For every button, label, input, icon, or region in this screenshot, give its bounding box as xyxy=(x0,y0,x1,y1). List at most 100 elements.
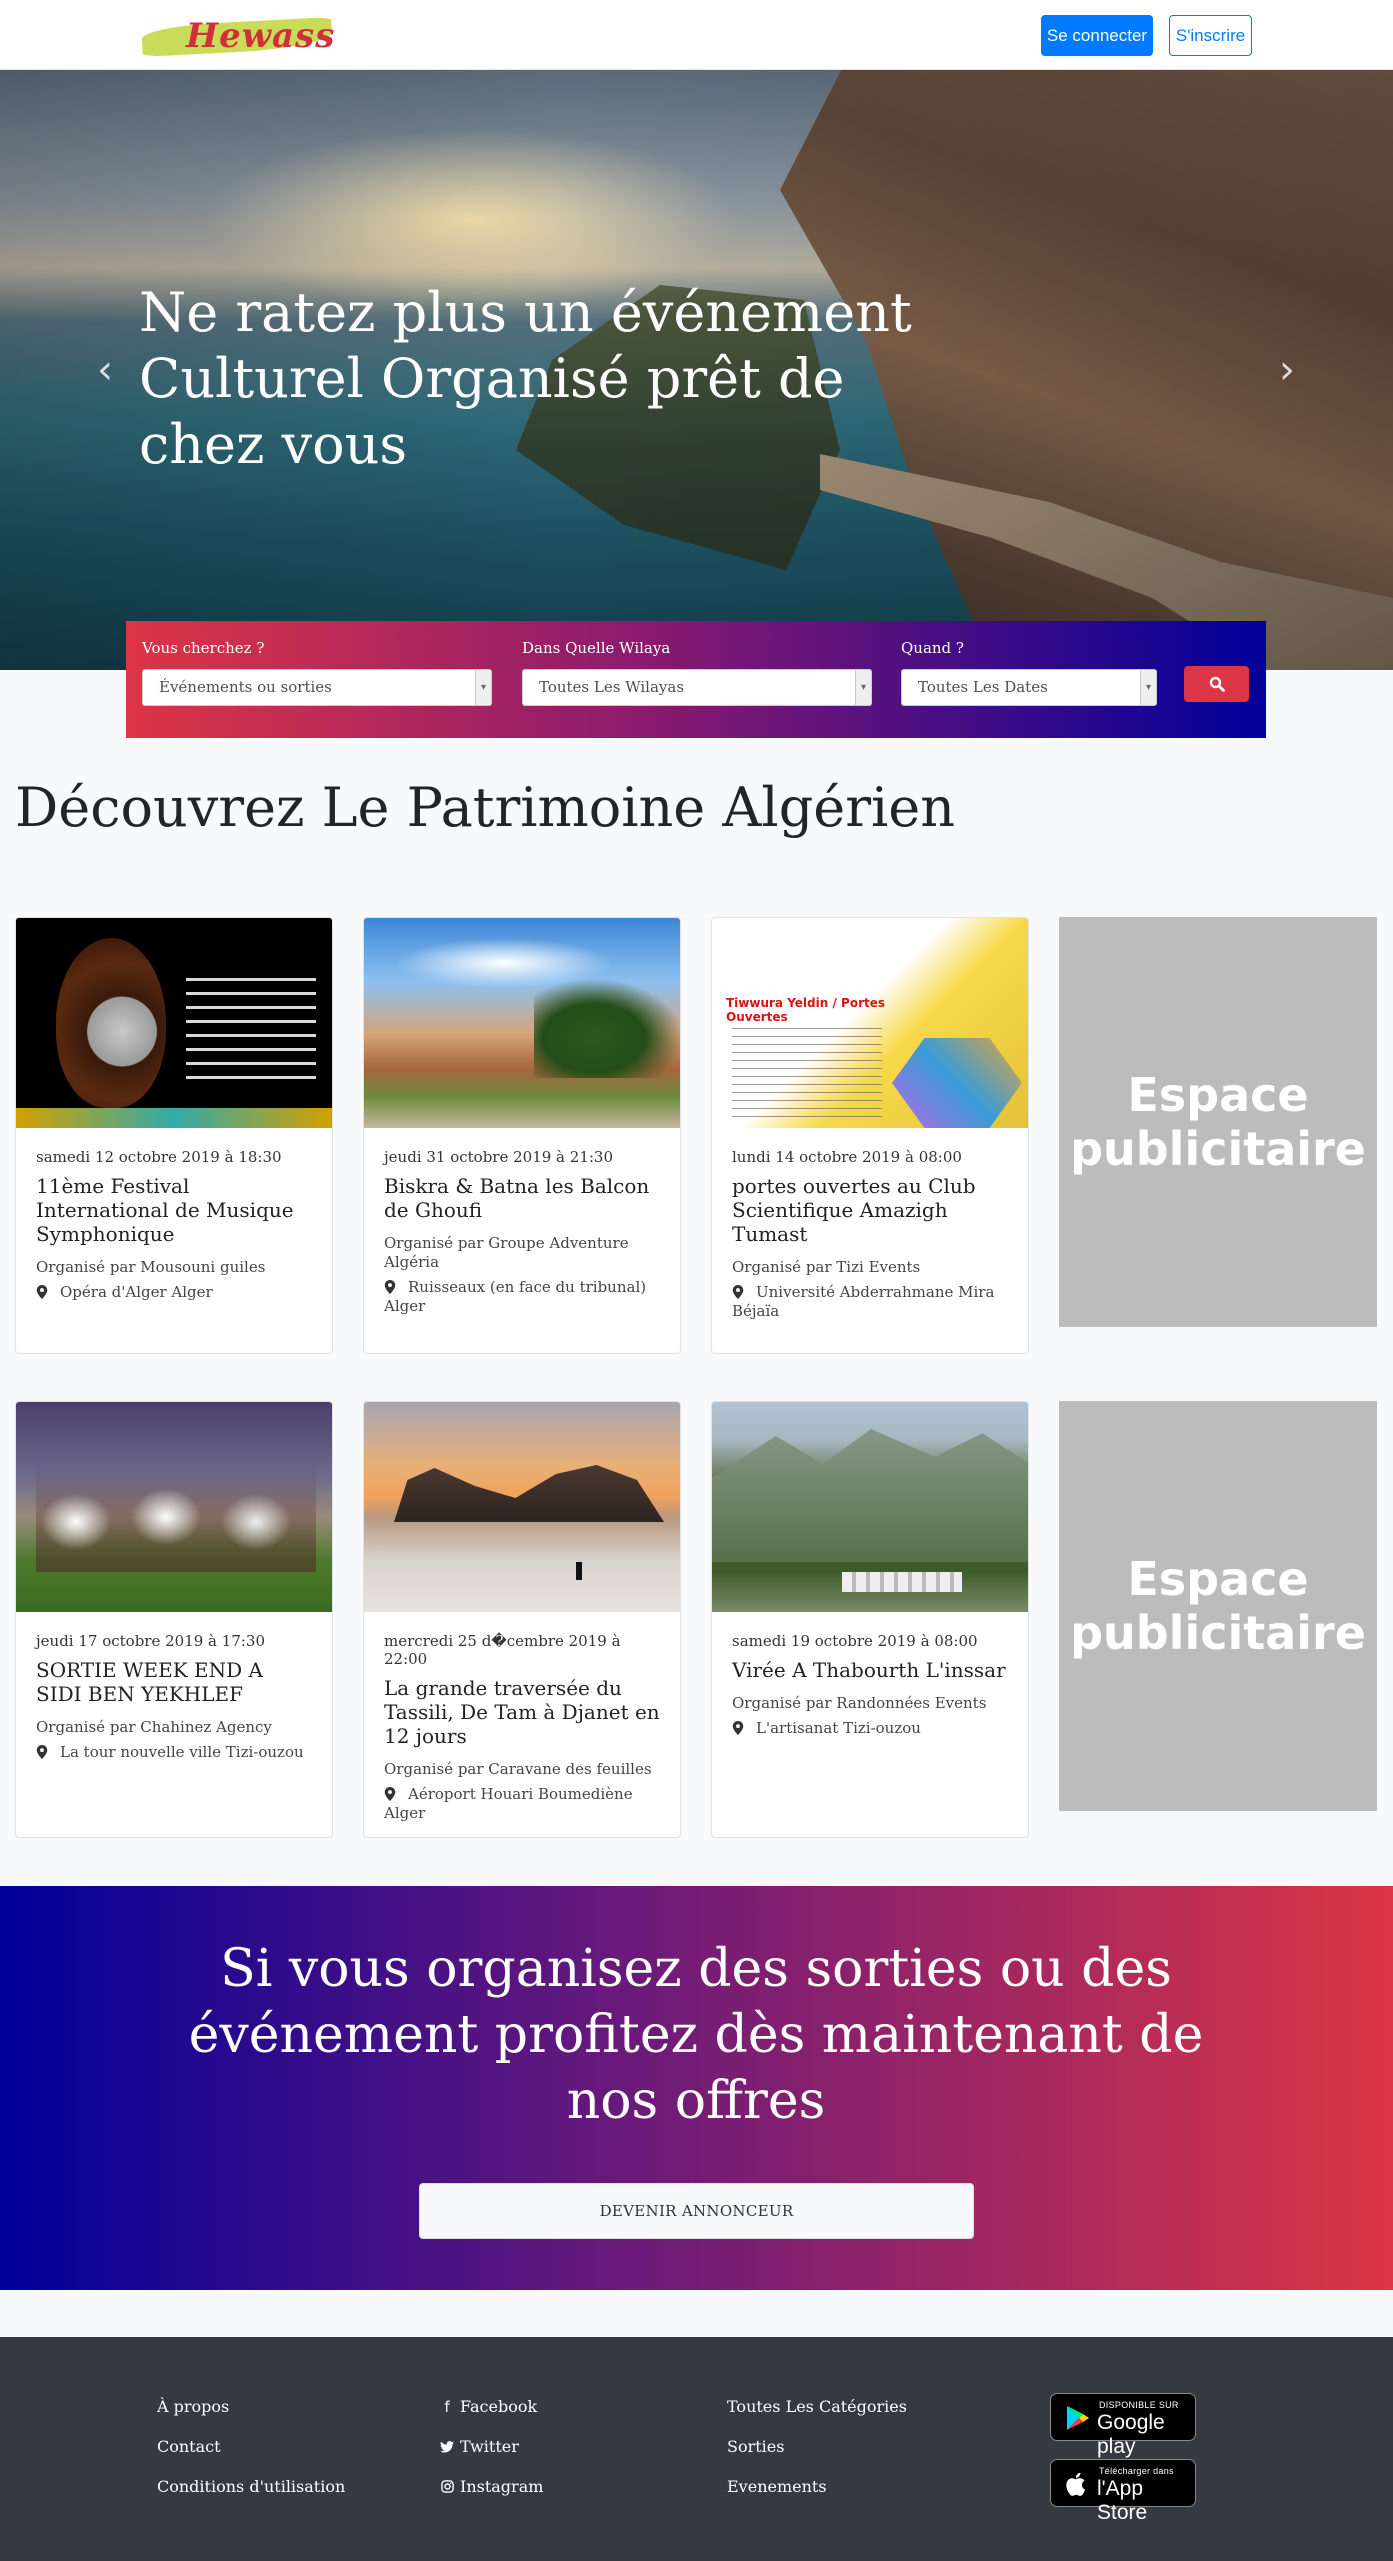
google-play-badge[interactable]: DISPONIBLE SUR Google play xyxy=(1050,2393,1196,2458)
apple-icon xyxy=(1066,2472,1086,2496)
app-store-big-text: l'App Store xyxy=(1097,2477,1148,2524)
when-label: Quand ? xyxy=(901,639,964,657)
hero-carousel: Ne ratez plus un événement Culturel Orga… xyxy=(0,70,1393,670)
login-button[interactable]: Se connecter xyxy=(1041,15,1153,56)
google-play-big-text: Google play xyxy=(1097,2411,1165,2458)
event-organizer: Organisé par Caravane des feuilles xyxy=(384,1760,652,1778)
event-card[interactable]: jeudi 17 octobre 2019 à 17:30 SORTIE WEE… xyxy=(15,1401,333,1838)
footer-link-facebook-label: Facebook xyxy=(460,2397,538,2416)
event-location: Ruisseaux (en face du tribunal) Alger xyxy=(384,1278,660,1316)
footer-link-facebook[interactable]: f Facebook xyxy=(440,2397,537,2416)
footer-link-about[interactable]: À propos xyxy=(157,2397,229,2416)
footer-link-contact[interactable]: Contact xyxy=(157,2437,221,2456)
map-marker-icon xyxy=(732,1285,744,1299)
chevron-down-icon: ▾ xyxy=(475,670,491,705)
logo-text: Hewass xyxy=(186,16,336,56)
event-image xyxy=(712,1402,1028,1612)
event-date: jeudi 31 octobre 2019 à 21:30 xyxy=(384,1148,613,1166)
chevron-down-icon: ▾ xyxy=(1140,670,1156,705)
event-organizer: Organisé par Tizi Events xyxy=(732,1258,921,1276)
event-title[interactable]: portes ouvertes au Club Scientifique Ama… xyxy=(732,1174,1008,1246)
footer-link-categories[interactable]: Toutes Les Catégories xyxy=(727,2397,907,2416)
event-location: Université Abderrahmane Mira Béjaïa xyxy=(732,1283,1008,1321)
ad-space[interactable]: Espace publicitaire xyxy=(1059,1401,1377,1811)
where-select[interactable]: Toutes Les Wilayas ▾ xyxy=(522,669,872,706)
event-location-text: L'artisanat Tizi-ouzou xyxy=(756,1719,921,1737)
poster-title: Tiwwura Yeldin / Portes Ouvertes xyxy=(726,996,886,1024)
hexagon-graphic xyxy=(892,1038,1022,1128)
event-title[interactable]: 11ème Festival International de Musique … xyxy=(36,1174,312,1246)
signup-button[interactable]: S'inscrire xyxy=(1169,15,1252,56)
ad-text: Espace publicitaire xyxy=(1070,1552,1366,1660)
what-select-value: Événements ou sorties xyxy=(159,678,332,696)
event-title[interactable]: Virée A Thabourth L'inssar xyxy=(732,1658,1008,1682)
event-date: samedi 12 octobre 2019 à 18:30 xyxy=(36,1148,282,1166)
event-image: Tiwwura Yeldin / Portes Ouvertes xyxy=(712,918,1028,1128)
houses-graphic xyxy=(842,1572,962,1592)
carousel-next-icon[interactable]: › xyxy=(1272,350,1302,390)
event-image xyxy=(16,918,332,1128)
event-location: Opéra d'Alger Alger xyxy=(36,1283,312,1302)
event-card[interactable]: Tiwwura Yeldin / Portes Ouvertes lundi 1… xyxy=(711,917,1029,1354)
mountain-graphic xyxy=(712,1429,1028,1562)
event-image xyxy=(16,1402,332,1612)
where-label: Dans Quelle Wilaya xyxy=(522,639,671,657)
ad-space[interactable]: Espace publicitaire xyxy=(1059,917,1377,1327)
event-image xyxy=(364,1402,680,1612)
event-organizer: Organisé par Groupe Adventure Algéria xyxy=(384,1234,629,1271)
event-location: L'artisanat Tizi-ouzou xyxy=(732,1719,1008,1738)
event-title[interactable]: Biskra & Batna les Balcon de Ghoufi xyxy=(384,1174,660,1222)
search-bar: Vous cherchez ? Événements ou sorties ▾ … xyxy=(126,621,1266,738)
event-title[interactable]: SORTIE WEEK END A SIDI BEN YEKHLEF xyxy=(36,1658,312,1706)
navbar: Hewass Se connecter S'inscrire xyxy=(0,0,1393,70)
event-card[interactable]: jeudi 31 octobre 2019 à 21:30 Biskra & B… xyxy=(363,917,681,1354)
event-card[interactable]: mercredi 25 d�cembre 2019 à 22:00 La gra… xyxy=(363,1401,681,1838)
site-logo[interactable]: Hewass xyxy=(141,14,336,58)
walker-graphic xyxy=(576,1562,582,1580)
poster-text-lines xyxy=(732,1028,882,1118)
search-icon xyxy=(1209,676,1225,692)
event-location: Aéroport Houari Boumediène Alger xyxy=(384,1785,660,1823)
event-location-text: Université Abderrahmane Mira Béjaïa xyxy=(732,1283,995,1320)
footer-link-instagram[interactable]: Instagram xyxy=(440,2477,543,2496)
footer-link-terms[interactable]: Conditions d'utilisation xyxy=(157,2477,345,2496)
poster-text-lines xyxy=(186,978,316,1088)
app-store-small-text: Télécharger dans xyxy=(1099,2466,1174,2476)
event-organizer: Organisé par Chahinez Agency xyxy=(36,1718,272,1736)
event-location-text: La tour nouvelle ville Tizi-ouzou xyxy=(60,1743,304,1761)
app-store-badge[interactable]: Télécharger dans l'App Store xyxy=(1050,2459,1196,2524)
map-marker-icon xyxy=(36,1745,48,1759)
section-title: Découvrez Le Patrimoine Algérien xyxy=(15,776,956,839)
event-title[interactable]: La grande traversée du Tassili, De Tam à… xyxy=(384,1676,660,1748)
event-organizer: Organisé par Randonnées Events xyxy=(732,1694,987,1712)
what-select[interactable]: Événements ou sorties ▾ xyxy=(142,669,492,706)
carousel-prev-icon[interactable]: ‹ xyxy=(90,350,120,390)
instagram-icon xyxy=(440,2478,454,2496)
rock-graphic xyxy=(394,1465,664,1522)
palm-graphic xyxy=(534,978,680,1078)
advertiser-cta: Si vous organisez des sorties ou des évé… xyxy=(0,1886,1393,2290)
search-button[interactable] xyxy=(1184,666,1249,702)
riders-graphic xyxy=(36,1462,316,1572)
footer-link-twitter[interactable]: Twitter xyxy=(440,2437,519,2456)
facebook-icon: f xyxy=(444,2398,450,2416)
event-image xyxy=(364,918,680,1128)
footer-link-events[interactable]: Evenements xyxy=(727,2477,827,2496)
map-marker-icon xyxy=(36,1285,48,1299)
map-marker-icon xyxy=(732,1721,744,1735)
when-select-value: Toutes Les Dates xyxy=(918,678,1048,696)
event-card[interactable]: samedi 19 octobre 2019 à 08:00 Virée A T… xyxy=(711,1401,1029,1838)
when-select[interactable]: Toutes Les Dates ▾ xyxy=(901,669,1157,706)
event-organizer: Organisé par Mousouni guiles xyxy=(36,1258,266,1276)
become-advertiser-button[interactable]: DEVENIR ANNONCEUR xyxy=(419,2183,974,2239)
where-select-value: Toutes Les Wilayas xyxy=(539,678,685,696)
what-label: Vous cherchez ? xyxy=(142,639,265,657)
chevron-down-icon: ▾ xyxy=(855,670,871,705)
event-location: La tour nouvelle ville Tizi-ouzou xyxy=(36,1743,312,1762)
event-card[interactable]: samedi 12 octobre 2019 à 18:30 11ème Fes… xyxy=(15,917,333,1354)
footer-link-instagram-label: Instagram xyxy=(460,2477,544,2496)
poster-band xyxy=(16,1108,332,1128)
event-location-text: Opéra d'Alger Alger xyxy=(60,1283,213,1301)
footer-link-outings[interactable]: Sorties xyxy=(727,2437,784,2456)
footer: À propos Contact Conditions d'utilisatio… xyxy=(0,2337,1393,2561)
